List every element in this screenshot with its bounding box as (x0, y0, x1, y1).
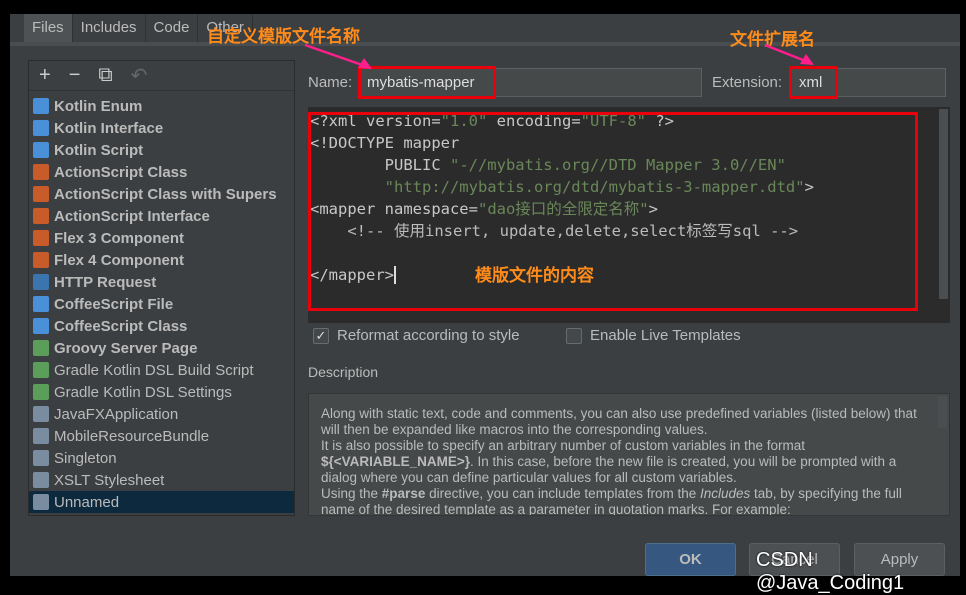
template-item[interactable]: Kotlin Interface (29, 117, 294, 139)
add-icon[interactable]: + (39, 64, 51, 87)
highlight-extension (789, 66, 838, 99)
template-item[interactable]: Gradle Kotlin DSL Settings (29, 381, 294, 403)
template-list-panel: + − ⧉ ↶ Kotlin Enum Kotlin Interface Kotli… (28, 60, 295, 516)
flex-icon (33, 230, 49, 246)
template-item[interactable]: Kotlin Enum (29, 95, 294, 117)
checkmark-icon: ✓ (313, 327, 329, 344)
template-item-label: Gradle Kotlin DSL Build Script (54, 361, 254, 379)
template-item-label: Groovy Server Page (54, 339, 198, 357)
extension-label: Extension: (712, 74, 783, 91)
template-item[interactable]: CoffeeScript Class (29, 315, 294, 337)
description-text: Using the #parse directive, you can incl… (321, 486, 919, 515)
template-item-label: Gradle Kotlin DSL Settings (54, 383, 232, 401)
live-templates-label: Enable Live Templates (590, 327, 741, 344)
description-scrollbar[interactable] (938, 396, 947, 428)
description-label: Description (308, 364, 379, 380)
kotlin-icon (33, 120, 49, 136)
variable-syntax: ${<VARIABLE_NAME>} (321, 454, 471, 469)
template-item[interactable]: ActionScript Class with Supers (29, 183, 294, 205)
text: Using the (321, 486, 382, 501)
template-item-label: Kotlin Script (54, 141, 144, 159)
includes-ref: Includes (699, 486, 751, 501)
coffeescript-icon (33, 296, 49, 312)
actionscript-icon (33, 208, 49, 224)
template-item[interactable]: HTTP Request (29, 271, 294, 293)
template-item[interactable]: JavaFXApplication (29, 403, 294, 425)
template-item-label: CoffeeScript Class (54, 317, 188, 335)
reformat-checkbox[interactable]: ✓ Reformat according to style (313, 327, 520, 344)
java-file-icon (33, 494, 49, 510)
template-item[interactable]: Unnamed (29, 491, 294, 513)
java-file-icon (33, 406, 49, 422)
template-item[interactable]: CoffeeScript File (29, 293, 294, 315)
description-panel[interactable]: Along with static text, code and comment… (308, 393, 950, 516)
template-item-label: ActionScript Interface (54, 207, 210, 225)
api-icon (33, 274, 49, 290)
template-item-label: HTTP Request (54, 273, 157, 291)
actionscript-icon (33, 186, 49, 202)
arrow-icon (304, 43, 372, 69)
actionscript-icon (33, 164, 49, 180)
remove-icon[interactable]: − (69, 64, 81, 87)
arrow-icon (764, 43, 814, 65)
ok-button[interactable]: OK (645, 543, 736, 576)
template-item-label: JavaFXApplication (54, 405, 179, 423)
tab-files[interactable]: Files (24, 14, 73, 42)
template-item-label: Kotlin Interface (54, 119, 164, 137)
flex-icon (33, 252, 49, 268)
template-item-label: Singleton (54, 449, 117, 467)
java-file-icon (33, 472, 49, 488)
kotlin-icon (33, 98, 49, 114)
java-file-icon (33, 428, 49, 444)
tab-includes[interactable]: Includes (72, 14, 146, 42)
template-item-label: Unnamed (54, 493, 120, 511)
gradle-icon (33, 384, 49, 400)
template-item[interactable]: Flex 4 Component (29, 249, 294, 271)
annotation-content: 模版文件的内容 (475, 266, 594, 285)
copy-icon[interactable]: ⧉ (98, 64, 112, 87)
highlight-content (308, 112, 918, 311)
template-item[interactable]: ActionScript Interface (29, 205, 294, 227)
description-text: Along with static text, code and comment… (321, 406, 917, 437)
text: It is also possible to specify an arbitr… (321, 438, 805, 453)
template-item-label: Kotlin Enum (54, 97, 143, 115)
watermark: CSDN @Java_Coding1 (756, 549, 905, 594)
groovy-icon (33, 340, 49, 356)
template-item[interactable]: MobileResourceBundle (29, 425, 294, 447)
gradle-icon (33, 362, 49, 378)
text: directive, you can include templates fro… (425, 486, 700, 501)
java-file-icon (33, 450, 49, 466)
template-item-label: Flex 3 Component (54, 229, 185, 247)
template-item-label: XSLT Stylesheet (54, 471, 165, 489)
checkbox-empty-icon (566, 327, 582, 344)
editor-scrollbar[interactable] (939, 109, 948, 299)
template-item-label: ActionScript Class (54, 163, 188, 181)
kotlin-icon (33, 142, 49, 158)
template-item[interactable]: Singleton (29, 447, 294, 469)
description-text: It is also possible to specify an arbitr… (321, 438, 919, 486)
reformat-label: Reformat according to style (337, 327, 520, 344)
template-item-label: Flex 4 Component (54, 251, 185, 269)
template-item-label: ActionScript Class with Supers (54, 185, 277, 203)
template-item[interactable]: ActionScript Class (29, 161, 294, 183)
list-toolbar: + − ⧉ ↶ (29, 61, 294, 91)
template-item-label: MobileResourceBundle (54, 427, 210, 445)
template-item[interactable]: Kotlin Script (29, 139, 294, 161)
live-templates-checkbox[interactable]: Enable Live Templates (566, 327, 741, 344)
template-item[interactable]: XSLT Stylesheet (29, 469, 294, 491)
template-list: Kotlin Enum Kotlin Interface Kotlin Script… (29, 95, 294, 513)
template-item[interactable]: Flex 3 Component (29, 227, 294, 249)
template-item-label: CoffeeScript File (54, 295, 174, 313)
template-item[interactable]: Gradle Kotlin DSL Build Script (29, 359, 294, 381)
reset-icon[interactable]: ↶ (131, 63, 148, 88)
tab-code[interactable]: Code (145, 14, 199, 42)
coffeescript-icon (33, 318, 49, 334)
template-item[interactable]: Groovy Server Page (29, 337, 294, 359)
name-label: Name: (308, 74, 353, 91)
parse-directive: #parse (381, 486, 426, 501)
